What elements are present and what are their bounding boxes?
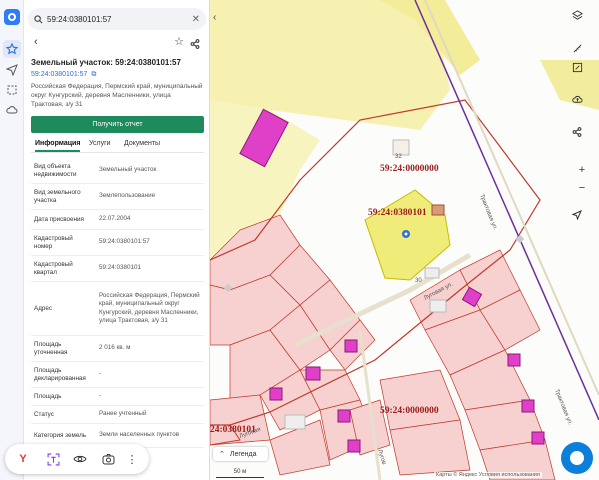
map-scale: 50 м <box>216 469 264 478</box>
more-vertical-icon[interactable]: ⋮ <box>127 451 138 467</box>
row-key: Адрес <box>34 304 53 312</box>
table-row: Площадь уточненная 2 016 кв. м <box>31 336 204 362</box>
table-row: Вид объекта недвижимости Земельный участ… <box>31 158 204 184</box>
row-value: 59:24:0380101 <box>99 264 142 272</box>
tab-bar: Информация Услуги Документы <box>31 139 204 153</box>
row-key: Дата присвоения <box>34 215 84 223</box>
share-icon[interactable] <box>190 36 200 54</box>
get-report-button[interactable]: Получить отчет <box>31 116 204 133</box>
favorites-star-icon[interactable] <box>3 40 21 58</box>
zoom-in-icon[interactable]: + <box>572 160 592 180</box>
yandex-icon[interactable]: Y <box>15 451 31 467</box>
row-value: Ранее учтенный <box>99 410 147 418</box>
cloud-icon[interactable] <box>3 101 21 119</box>
search-input[interactable] <box>47 14 187 24</box>
app-logo-icon[interactable] <box>4 9 20 25</box>
table-row: Дата присвоения 22.07.2004 <box>31 210 204 230</box>
floating-toolbar: Y ⋮ <box>5 444 149 474</box>
edit-icon[interactable] <box>572 62 592 82</box>
collapse-panel-icon[interactable]: ‹ <box>213 12 216 23</box>
house-number: 32 <box>395 154 402 160</box>
row-value: 59:24:0380101:57 <box>99 238 150 246</box>
row-value: - <box>99 392 102 400</box>
chevron-up-icon: ⌃ <box>219 451 225 458</box>
row-value: Российская Федерация, Пермский край, мун… <box>99 291 200 325</box>
share-map-icon[interactable] <box>572 127 592 147</box>
row-value: 2 016 кв. м <box>99 344 131 352</box>
road-label: Трактовая ул. <box>553 389 573 427</box>
row-key: Вид земельного участка <box>34 188 81 204</box>
search-icon <box>34 14 43 23</box>
map-canvas[interactable]: 59:24:0000000 59:24:0380101 59:24:000000… <box>210 0 599 480</box>
legend-label: Легенда <box>229 450 257 458</box>
page-title: Земельный участок: 59:24:0380101:57 <box>31 58 181 67</box>
row-key: Вид объекта недвижимости <box>34 162 77 178</box>
locate-icon[interactable] <box>572 210 592 230</box>
select-area-icon[interactable] <box>3 81 21 99</box>
legend-button[interactable]: ⌃ Легенда <box>213 447 268 461</box>
left-rail <box>0 0 24 480</box>
copy-icon[interactable]: ⧉ <box>91 71 96 78</box>
eye-icon[interactable] <box>72 451 88 467</box>
search-bar[interactable]: ✕ <box>28 8 206 30</box>
assistant-button[interactable] <box>561 442 593 474</box>
zoom-out-icon[interactable]: − <box>572 178 592 198</box>
ruler-icon[interactable] <box>572 43 592 63</box>
row-value: 22.07.2004 <box>99 215 131 223</box>
table-row: Вид земельного участка Землепользование <box>31 184 204 210</box>
quarter-label-bottom: 59:24:0000000 <box>380 406 439 416</box>
camera-search-icon[interactable] <box>100 451 116 467</box>
row-key: Статус <box>34 410 54 418</box>
cadastral-number-link[interactable]: 59:24:0380101:57 ⧉ <box>31 71 96 79</box>
quarter-label-top: 59:24:0000000 <box>380 164 439 174</box>
row-value: Земельный участок <box>99 166 157 174</box>
back-arrow-icon[interactable]: ‹ <box>34 36 38 48</box>
row-value: - <box>99 370 102 378</box>
row-key: Площадь уточненная <box>34 340 68 356</box>
table-row: Статус Ранее учтенный <box>31 406 204 424</box>
info-panel: ✕ ‹ ☆ Земельный участок: 59:24:0380101:5… <box>24 0 210 480</box>
tab-services[interactable]: Услуги <box>89 140 111 147</box>
row-key: Кадастровый номер <box>34 234 73 250</box>
house-number: 30 <box>415 278 422 284</box>
road-label: Трактовая ул. <box>478 194 498 232</box>
bookmark-star-icon[interactable]: ☆ <box>174 35 184 48</box>
quarter-label: 59:24:0380101 <box>368 208 427 218</box>
table-row: Площадь - <box>31 388 204 406</box>
table-row: Площадь декларированная - <box>31 362 204 388</box>
tab-info[interactable]: Информация <box>35 140 81 152</box>
scan-text-icon[interactable] <box>45 451 61 467</box>
upload-icon[interactable] <box>572 94 592 114</box>
row-key: Категория земель <box>34 431 87 439</box>
tab-documents[interactable]: Документы <box>124 140 160 147</box>
table-row: Адрес Российская Федерация, Пермский кра… <box>31 282 204 336</box>
row-key: Площадь декларированная <box>34 366 86 382</box>
clear-search-icon[interactable]: ✕ <box>192 14 200 25</box>
layers-icon[interactable] <box>572 10 592 30</box>
row-key: Площадь <box>34 392 62 400</box>
panel-header: ‹ ☆ <box>30 36 204 50</box>
row-value: Земли населенных пунктов <box>99 431 180 439</box>
navigate-arrow-icon[interactable] <box>3 61 21 79</box>
cadastral-number-text[interactable]: 59:24:0380101:57 <box>31 71 87 78</box>
address-text: Российская Федерация, Пермский край, мун… <box>31 83 203 108</box>
table-row: Кадастровый номер 59:24:0380101:57 <box>31 230 204 256</box>
map-attribution[interactable]: Карты © Яндекс Условия использования <box>434 472 542 478</box>
row-value: Землепользование <box>99 192 156 200</box>
row-key: Кадастровый квартал <box>34 260 73 276</box>
cadastral-map[interactable]: 59:24:0000000 59:24:0380101 59:24:000000… <box>210 0 599 480</box>
table-row: Кадастровый квартал 59:24:0380101 <box>31 256 204 282</box>
